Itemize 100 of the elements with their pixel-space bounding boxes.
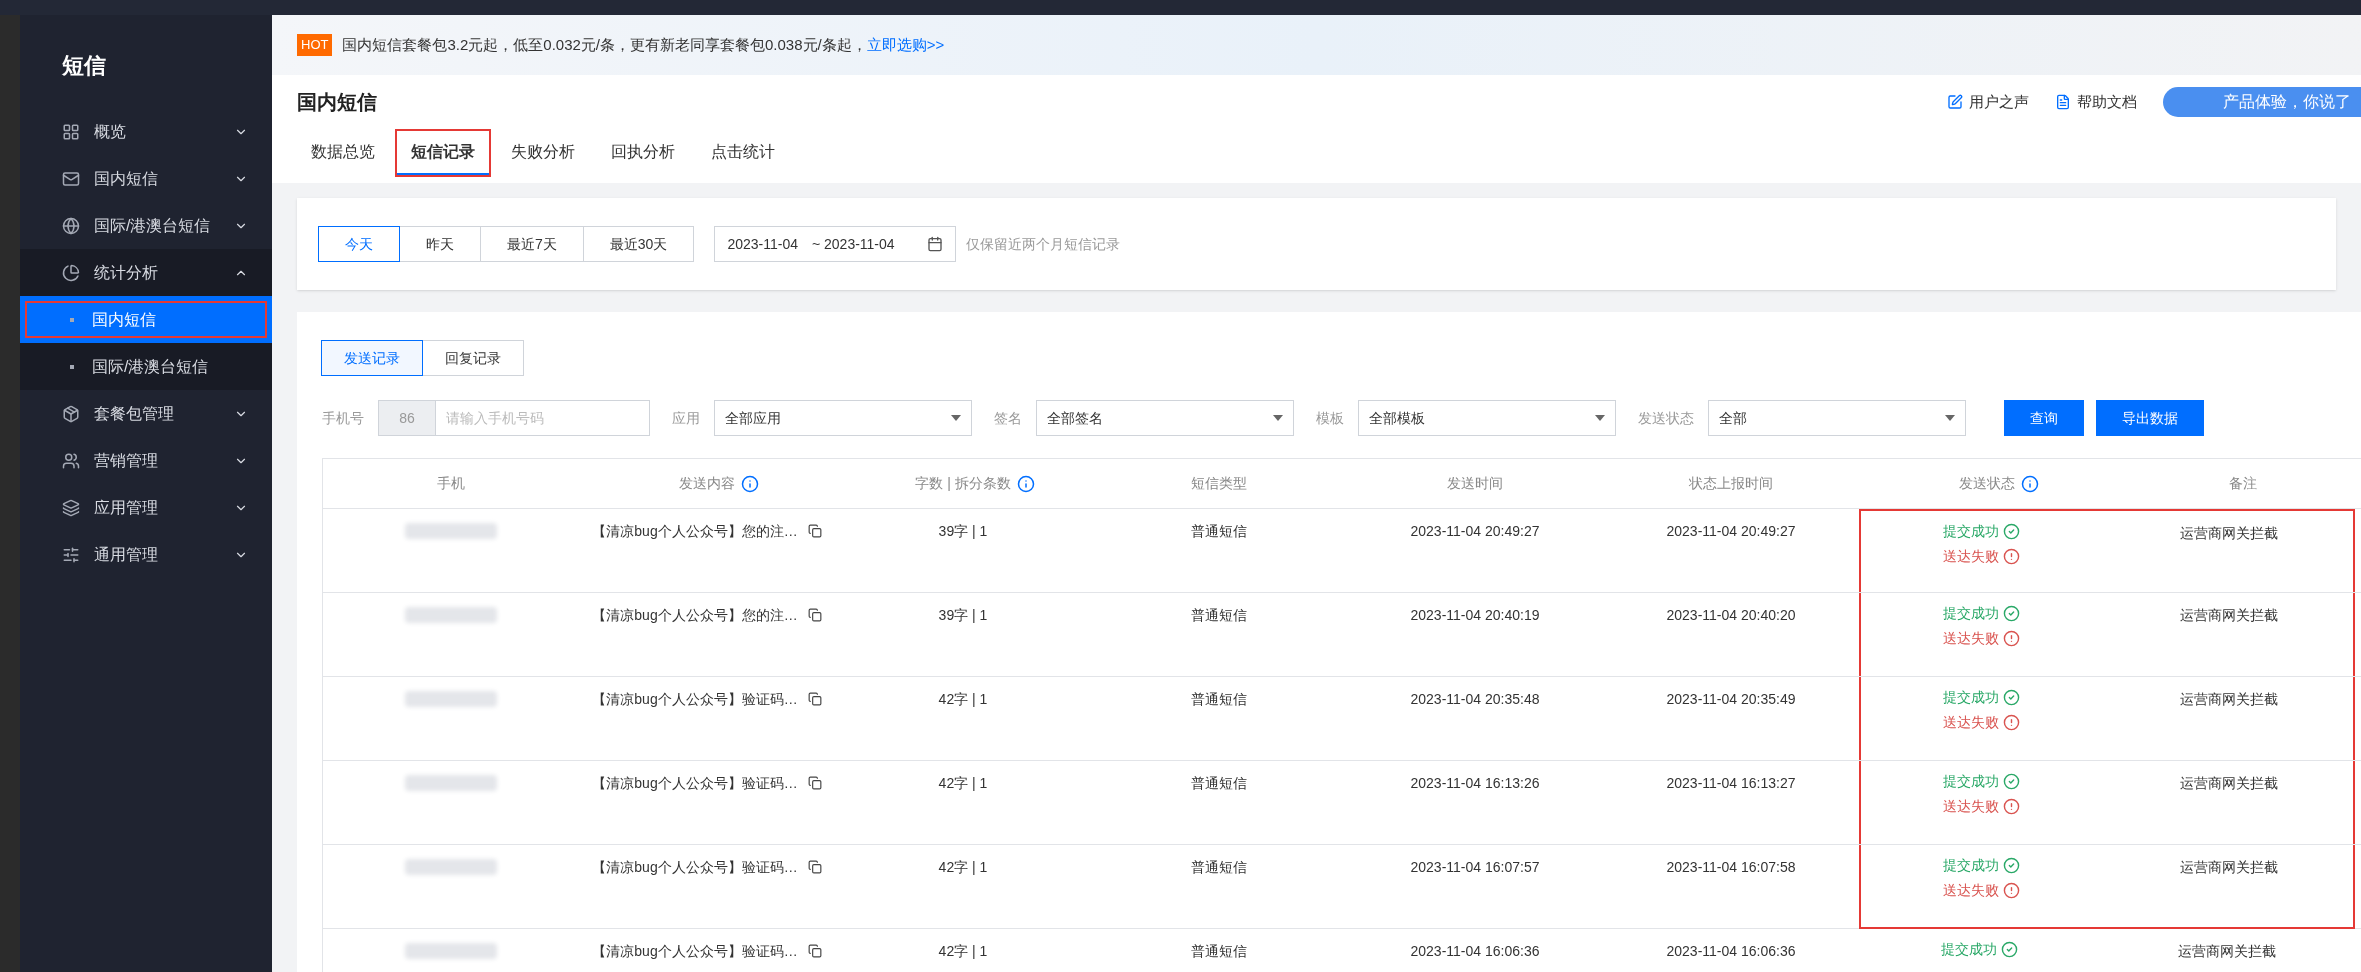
sidebar-item[interactable]: 通用管理: [20, 531, 272, 578]
header-link[interactable]: 用户之声: [1947, 90, 2029, 114]
filter-label: 模板: [1316, 408, 1344, 428]
sidebar-subitem[interactable]: 国内短信: [20, 296, 272, 343]
info-icon[interactable]: [2021, 474, 2039, 493]
export-button[interactable]: 导出数据: [2096, 400, 2204, 436]
copy-icon[interactable]: [807, 608, 822, 622]
table-cell-text: 普通短信: [1191, 942, 1247, 961]
header-link[interactable]: 帮助文档: [2055, 90, 2137, 114]
column-header: 字数 | 拆分条数: [915, 474, 1011, 493]
filter-label: 发送状态: [1638, 408, 1694, 428]
table-cell-text: 2023-11-04 20:40:19: [1410, 606, 1540, 625]
status-text: 送达失败: [1942, 547, 1999, 566]
document-icon: [2055, 94, 2071, 110]
page-title: 国内短信: [297, 90, 377, 115]
copy-icon[interactable]: [807, 692, 822, 706]
pie-chart-icon: [62, 263, 80, 282]
table-cell-text: 39字 | 1: [938, 522, 988, 541]
table-cell-text: 运营商网关拦截: [2180, 606, 2278, 625]
table-cell-text: 2023-11-04 16:13:27: [1666, 774, 1796, 793]
table-cell-text: 【清凉bug个人公众号】验证码…: [592, 690, 798, 709]
filter-label: 应用: [672, 408, 700, 428]
select-field[interactable]: 全部应用: [714, 400, 972, 436]
status-text: 提交成功: [1942, 772, 1999, 791]
bullet-icon: [70, 317, 74, 322]
table-cell-text: 42字 | 1: [938, 942, 988, 961]
status-text: 送达失败: [1942, 797, 1999, 816]
info-icon[interactable]: [741, 474, 759, 493]
table-cell-text: 运营商网关拦截: [2180, 524, 2278, 543]
record-tab[interactable]: 发送记录: [321, 340, 423, 376]
status-text: 送达失败: [1942, 713, 1999, 732]
sidebar-item[interactable]: 套餐包管理: [20, 390, 272, 437]
date-range-button[interactable]: 最近7天: [480, 226, 584, 262]
query-button[interactable]: 查询: [2004, 400, 2084, 436]
status-text: 提交成功: [1942, 604, 1999, 623]
info-icon[interactable]: [1016, 474, 1035, 493]
table-cell-text: 【清凉bug个人公众号】验证码…: [592, 942, 798, 961]
table-cell-text: 2023-11-04 16:07:58: [1666, 858, 1796, 877]
date-range-button[interactable]: 昨天: [399, 226, 481, 262]
page-tab[interactable]: 数据总览: [297, 131, 389, 175]
filter-label: 签名: [994, 408, 1022, 428]
table-cell-text: 2023-11-04 16:06:36: [1410, 942, 1540, 961]
copy-icon[interactable]: [807, 944, 822, 958]
page-tab[interactable]: 点击统计: [697, 131, 789, 175]
sidebar-item[interactable]: 应用管理: [20, 484, 272, 531]
table-cell-text: 2023-11-04 16:07:57: [1410, 858, 1540, 877]
select-field[interactable]: 全部签名: [1036, 400, 1294, 436]
date-range-field[interactable]: 2023-11-04 ~ 2023-11-04: [714, 226, 957, 262]
column-header: 发送时间: [1447, 474, 1503, 493]
page-tab[interactable]: 回执分析: [597, 131, 689, 175]
status-text: 送达失败: [1942, 629, 1999, 648]
date-range-button[interactable]: 最近30天: [582, 226, 695, 262]
table-cell-text: 42字 | 1: [938, 774, 988, 793]
table-cell-text: 普通短信: [1191, 522, 1247, 541]
date-range-button[interactable]: 今天: [318, 226, 400, 262]
copy-icon[interactable]: [807, 776, 822, 790]
alert-circle-icon: [2002, 798, 2020, 815]
table-cell-text: 2023-11-04 20:40:20: [1666, 606, 1796, 625]
sidebar-item[interactable]: 国际/港澳台短信: [20, 202, 272, 249]
column-header: 发送内容: [679, 474, 735, 493]
buy-link[interactable]: 立即选购>>: [866, 35, 945, 53]
bullet-icon: [70, 364, 74, 369]
status-text: 提交成功: [1940, 940, 1997, 959]
table-cell-text: 42字 | 1: [938, 858, 988, 877]
check-circle-icon: [2002, 857, 2020, 874]
table-cell-text: 【清凉bug个人公众号】您的注…: [592, 606, 798, 625]
copy-icon[interactable]: [807, 860, 822, 874]
table-cell-text: 【清凉bug个人公众号】验证码…: [592, 774, 798, 793]
table-cell-text: 2023-11-04 20:35:49: [1666, 690, 1796, 709]
select-field[interactable]: 全部模板: [1358, 400, 1616, 436]
dropdown-caret-icon: [1945, 415, 1955, 421]
alert-circle-icon: [2002, 548, 2020, 565]
sidebar-item[interactable]: 概览: [20, 108, 272, 155]
sidebar-item[interactable]: 统计分析: [20, 249, 272, 296]
table-cell-text: 普通短信: [1191, 774, 1247, 793]
retention-hint: 仅保留近两个月短信记录: [966, 234, 1121, 254]
check-circle-icon: [2002, 773, 2020, 790]
alert-circle-icon: [2002, 882, 2020, 899]
table-cell-text: 运营商网关拦截: [2178, 942, 2276, 961]
select-field[interactable]: 全部: [1708, 400, 1966, 436]
page-tab[interactable]: 短信记录: [397, 131, 489, 175]
sidebar-item[interactable]: 国内短信: [20, 155, 272, 202]
grid-icon: [62, 122, 80, 141]
column-header: 状态上报时间: [1689, 474, 1773, 493]
check-circle-icon: [2000, 941, 2018, 958]
status-text: 提交成功: [1942, 522, 1999, 541]
column-header: 发送状态: [1959, 474, 2015, 493]
sidebar-subitem[interactable]: 国际/港澳台短信: [20, 343, 272, 390]
sliders-icon: [62, 545, 80, 564]
filter-label: 手机号: [322, 408, 364, 428]
phone-input[interactable]: 请输入手机号码: [436, 400, 650, 436]
calendar-icon: [927, 236, 944, 252]
copy-icon[interactable]: [807, 524, 822, 538]
table-cell-text: 2023-11-04 16:06:36: [1666, 942, 1796, 961]
status-text: 提交成功: [1942, 856, 1999, 875]
table-cell-text: 运营商网关拦截: [2180, 690, 2278, 709]
sidebar-item[interactable]: 营销管理: [20, 437, 272, 484]
page-tab[interactable]: 失败分析: [497, 131, 589, 175]
record-tab[interactable]: 回复记录: [422, 340, 524, 376]
table-cell-text: 2023-11-04 16:13:26: [1410, 774, 1540, 793]
